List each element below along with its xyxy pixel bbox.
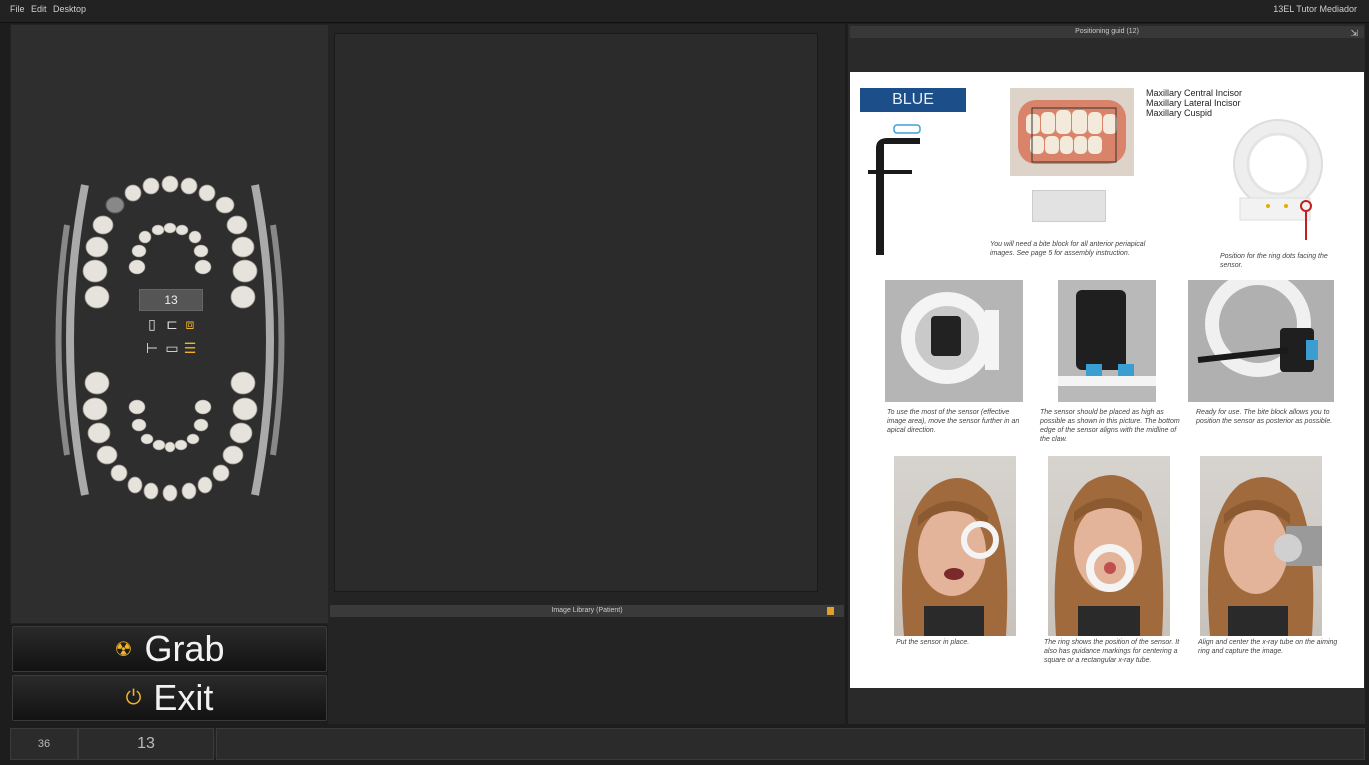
- status-message: [216, 728, 1365, 760]
- menu-bar: File Edit Desktop 13EL Tutor Mediador: [0, 0, 1369, 23]
- menu-desktop[interactable]: Desktop: [53, 4, 86, 14]
- step-caption-1: To use the most of the sensor (effective…: [887, 409, 1020, 434]
- status-bar: 36 13: [10, 728, 1365, 760]
- lower-arch: [82, 371, 258, 502]
- aiming-ring-illustration: [1233, 119, 1323, 240]
- color-code-badge: BLUE: [860, 88, 966, 112]
- ruler-icon[interactable]: ☰: [179, 339, 201, 357]
- sensor-alt-icon[interactable]: ⊢: [141, 339, 163, 357]
- lock-icon[interactable]: [827, 607, 834, 615]
- positioning-guide-title: Positioning guid (12): [1075, 28, 1139, 35]
- patient-photo-1: [894, 456, 1016, 636]
- step-caption-2: The sensor should be placed as high as p…: [1040, 409, 1180, 443]
- positioning-guide-header: Positioning guid (12) ⇲: [850, 26, 1364, 38]
- tooth-chart-panel: 13 ▯ ⊏ ⧈ ⊢ ▭ ☰: [10, 24, 329, 624]
- lower-primary-arch: [128, 399, 212, 453]
- arch-bar-right-inner: [270, 224, 285, 456]
- arch-bar-right-outer: [251, 184, 274, 496]
- image-library-area[interactable]: [330, 619, 844, 723]
- arch-bar-left-outer: [66, 184, 89, 496]
- menu-file[interactable]: File: [10, 4, 25, 14]
- image-library-title: Image Library (Patient): [551, 607, 623, 614]
- app-title: 13EL Tutor Mediador: [1273, 4, 1357, 14]
- exit-label: Exit: [153, 677, 214, 718]
- pin-icon[interactable]: ⇲: [1350, 27, 1358, 39]
- arch-bar-left-inner: [55, 224, 70, 456]
- bite-block-photo: [1032, 190, 1106, 222]
- patient-photo-3: [1200, 456, 1322, 636]
- step-caption-5: The ring shows the position of the senso…: [1044, 639, 1180, 664]
- exit-button[interactable]: ⏻ Exit: [12, 675, 327, 721]
- image-library-header: Image Library (Patient): [330, 605, 844, 617]
- step-caption-3: Ready for use. The bite block allows you…: [1196, 409, 1333, 425]
- tooth-name-2: Maxillary Lateral Incisor: [1146, 98, 1241, 108]
- menu-edit[interactable]: Edit: [31, 4, 47, 14]
- rotate-icon[interactable]: ⧈: [179, 315, 201, 333]
- step-photo-3: [1188, 280, 1334, 402]
- positioning-guide-page: BLUE Maxillary Central Incisor Maxillary…: [850, 72, 1364, 688]
- grab-button[interactable]: ☢ Grab: [12, 626, 327, 672]
- ring-note: Position for the ring dots facing the se…: [1220, 253, 1328, 269]
- step-photo-2: [1058, 280, 1156, 402]
- selected-tooth-13[interactable]: [105, 196, 125, 214]
- tooth-name-1: Maxillary Central Incisor: [1146, 88, 1243, 98]
- image-viewer[interactable]: [334, 33, 818, 592]
- step-caption-6: Align and center the x-ray tube on the a…: [1198, 639, 1338, 655]
- grab-label: Grab: [144, 628, 225, 669]
- teeth-model-photo: [1010, 88, 1134, 176]
- radiation-icon: ☢: [114, 638, 133, 661]
- sensor-icon[interactable]: ▯: [141, 315, 163, 333]
- step-caption-4: Put the sensor in place.: [896, 639, 970, 646]
- selected-tooth-display: 13: [139, 289, 203, 311]
- status-tooth: 13: [78, 728, 214, 760]
- patient-photo-2: [1048, 456, 1170, 636]
- upper-primary-arch: [128, 222, 212, 275]
- bite-block-note: You will need a bite block for all anter…: [990, 241, 1146, 257]
- status-count: 36: [10, 728, 78, 760]
- power-icon: ⏻: [125, 686, 142, 709]
- sensor-holder-illustration: [868, 124, 921, 255]
- step-photo-1: [885, 280, 1023, 402]
